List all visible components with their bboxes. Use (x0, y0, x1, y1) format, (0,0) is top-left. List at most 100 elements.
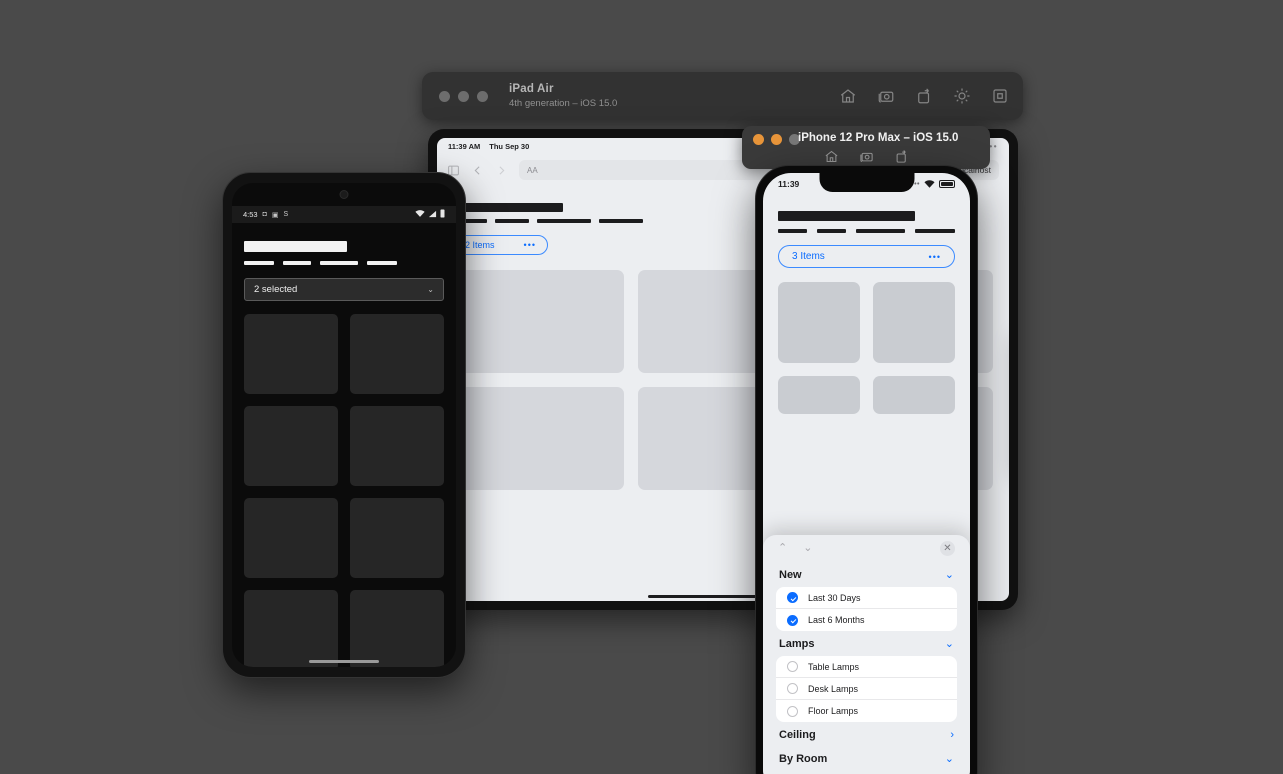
iphone-status-right: •••• (908, 179, 955, 189)
product-card[interactable] (244, 498, 338, 578)
close-button[interactable] (753, 134, 764, 145)
iphone-toolbar (742, 149, 990, 164)
sheet-row-ceiling[interactable]: Ceiling › (776, 722, 957, 746)
sheet-section-lamps: Lamps ⌄ Table Lamps Desk Lamps Floor Lam… (776, 638, 957, 722)
android-status-bar: 4:53 ◘ ▣ S (232, 206, 456, 223)
product-card[interactable] (778, 282, 860, 363)
ipad-window-titles: iPad Air 4th generation – iOS 15.0 (509, 83, 617, 109)
back-icon[interactable] (471, 164, 484, 177)
option-label: Last 6 Months (808, 615, 865, 625)
filter-pill-button[interactable]: 2 Items ••• (453, 235, 548, 255)
text-placeholder (856, 229, 906, 233)
filter-bottom-sheet: ⌃ ⌄ ✕ New ⌄ Last 30 Days Last 6 Months L… (763, 535, 970, 774)
list-item[interactable]: Last 6 Months (776, 609, 957, 631)
product-card[interactable] (873, 376, 955, 414)
battery-icon (440, 209, 445, 220)
filter-pill-more-icon[interactable]: ••• (929, 252, 941, 262)
iphone-notch (819, 173, 914, 192)
status-icon-1: ◘ (262, 211, 267, 218)
product-card[interactable] (350, 590, 444, 667)
screenshot-icon[interactable] (877, 87, 895, 105)
checkbox-icon[interactable] (787, 661, 798, 672)
home-icon[interactable] (839, 87, 857, 105)
sheet-option-list: Last 30 Days Last 6 Months (776, 587, 957, 631)
keyboard-icon[interactable] (991, 87, 1009, 105)
product-card[interactable] (244, 314, 338, 394)
product-card[interactable] (350, 406, 444, 486)
rotate-icon[interactable] (894, 149, 909, 164)
simulator-desktop: iPad Air 4th generation – iOS 15.0 11:39… (0, 0, 1283, 774)
checkbox-checked-icon[interactable] (787, 614, 798, 626)
chevron-down-icon[interactable]: ⌄ (945, 638, 954, 650)
iphone-device-frame: 11:39 •••• 3 Items ••• ⌃ ⌄ ✕ New ⌄ Last … (755, 165, 978, 774)
android-subtitle-placeholders (244, 261, 444, 265)
sheet-header: ⌃ ⌄ ✕ (776, 535, 957, 562)
android-status-right (415, 209, 445, 220)
section-title: New (779, 569, 802, 581)
iphone-window-titlebar: iPhone 12 Pro Max – iOS 15.0 (742, 126, 990, 169)
product-card[interactable] (453, 387, 624, 490)
close-icon[interactable]: ✕ (940, 541, 955, 556)
page-title-placeholder (453, 203, 563, 212)
iphone-traffic-lights[interactable] (753, 134, 800, 145)
option-label: Desk Lamps (808, 683, 859, 694)
filter-pill-button[interactable]: 3 Items ••• (778, 245, 955, 268)
rotate-icon[interactable] (915, 87, 933, 105)
product-card[interactable] (778, 376, 860, 414)
status-icon-2: ▣ (271, 211, 279, 219)
text-size-label[interactable]: AA (527, 166, 538, 175)
ipad-status-time: 11:39 AM (448, 142, 481, 151)
iphone-product-grid (778, 282, 955, 414)
screenshot-icon[interactable] (859, 149, 874, 164)
ipad-device-name: iPad Air (509, 82, 554, 95)
text-placeholder (778, 229, 808, 233)
sheet-row-by-room[interactable]: By Room ⌄ (776, 746, 957, 770)
chevron-down-icon[interactable]: ⌄ (945, 753, 954, 765)
iphone-page-content: 3 Items ••• (763, 195, 970, 414)
checkbox-icon[interactable] (787, 683, 798, 694)
text-placeholder (817, 229, 847, 233)
checkbox-icon[interactable] (787, 705, 798, 717)
minimize-button[interactable] (458, 90, 469, 102)
brightness-icon[interactable] (953, 87, 971, 105)
text-placeholder (244, 261, 274, 265)
text-placeholder (320, 261, 358, 265)
product-card[interactable] (244, 406, 338, 486)
product-card[interactable] (350, 314, 444, 394)
multiselect-dropdown[interactable]: 2 selected ⌄ (244, 278, 444, 301)
home-icon[interactable] (824, 149, 839, 164)
list-item[interactable]: Floor Lamps (776, 700, 957, 722)
maximize-button[interactable] (477, 90, 488, 102)
product-card[interactable] (453, 270, 624, 373)
iphone-device-name: iPhone 12 Pro Max – iOS 15.0 (798, 132, 959, 144)
list-item[interactable]: Last 30 Days (776, 587, 957, 609)
checkbox-checked-icon[interactable] (787, 592, 798, 603)
filter-pill-label: 3 Items (792, 251, 825, 262)
android-home-indicator[interactable] (309, 660, 379, 663)
android-screen: 4:53 ◘ ▣ S 2 selected ⌄ (232, 183, 456, 667)
minimize-button[interactable] (771, 134, 782, 145)
chevron-up-icon[interactable]: ⌃ (778, 543, 787, 554)
filter-pill-more-icon[interactable]: ••• (524, 240, 536, 250)
list-item[interactable]: Table Lamps (776, 656, 957, 678)
product-card[interactable] (244, 590, 338, 667)
chevron-down-icon[interactable]: ⌄ (945, 569, 954, 581)
list-item[interactable]: Desk Lamps (776, 678, 957, 700)
ipad-traffic-lights[interactable] (439, 90, 488, 102)
product-card[interactable] (873, 282, 955, 363)
filter-pill-label: 2 Items (465, 240, 495, 250)
sheet-section-header[interactable]: New ⌄ (779, 569, 954, 581)
chevron-right-icon[interactable]: › (950, 729, 954, 741)
section-title: Ceiling (779, 729, 816, 741)
text-placeholder (283, 261, 311, 265)
text-placeholder (915, 229, 955, 233)
sheet-section-header[interactable]: Lamps ⌄ (779, 638, 954, 650)
forward-icon[interactable] (495, 164, 508, 177)
product-card[interactable] (350, 498, 444, 578)
chevron-down-icon[interactable]: ⌄ (427, 285, 434, 294)
android-status-time: 4:53 (243, 210, 258, 219)
iphone-simulator-window: iPhone 12 Pro Max – iOS 15.0 11:39 •••• … (742, 126, 990, 774)
close-button[interactable] (439, 90, 450, 102)
ipad-window-titlebar: iPad Air 4th generation – iOS 15.0 (422, 72, 1023, 120)
chevron-down-icon[interactable]: ⌄ (803, 543, 812, 554)
